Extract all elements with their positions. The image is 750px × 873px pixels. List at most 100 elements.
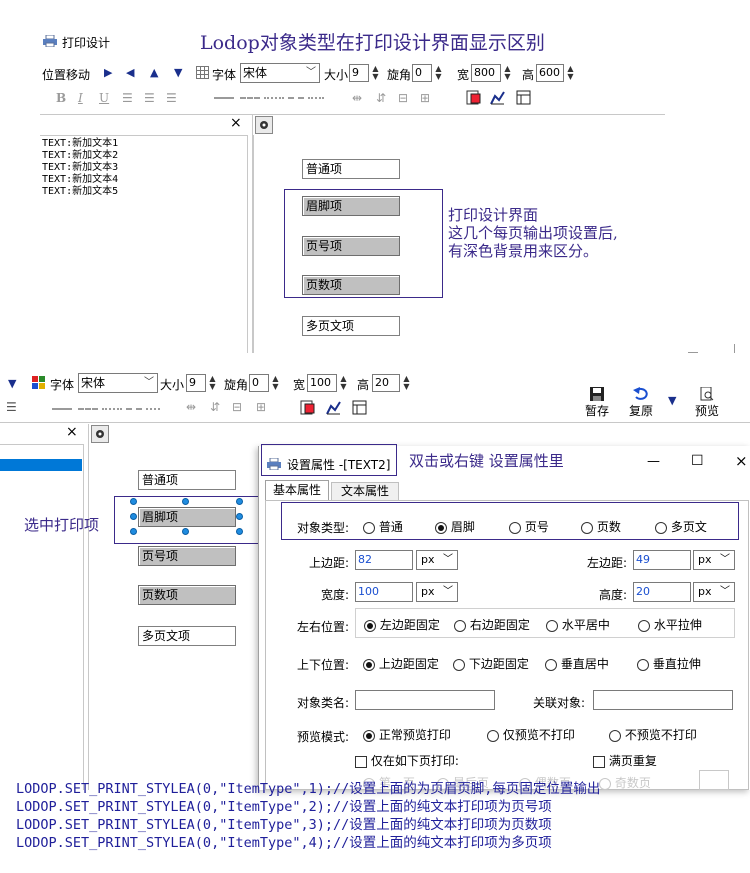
- same-width-icon[interactable]: ⊟: [398, 91, 408, 105]
- rotate-spinner[interactable]: ▲ ▼: [434, 65, 443, 83]
- object-name-input[interactable]: [355, 690, 495, 710]
- maximize-button[interactable]: ☐: [691, 453, 704, 469]
- line-dashdot-icon[interactable]: [288, 97, 304, 99]
- add-chart-icon[interactable]: [490, 90, 505, 105]
- list-item[interactable]: TEXT:新加文本3: [42, 162, 118, 174]
- radio-tb-top-fixed[interactable]: 上边距固定: [363, 655, 439, 672]
- full-page-repeat-checkbox[interactable]: 满页重复: [593, 752, 657, 769]
- linked-object-input[interactable]: [593, 690, 733, 710]
- canvas-item-multi-page[interactable]: 多页文项: [138, 626, 236, 646]
- rotate-input[interactable]: 0: [412, 64, 432, 82]
- align-left-icon[interactable]: ☰: [122, 91, 133, 105]
- width-input[interactable]: 100: [355, 582, 413, 602]
- align-left-icon[interactable]: ☰: [6, 400, 17, 414]
- item-list-close-icon[interactable]: ×: [66, 424, 78, 440]
- line-dot-icon[interactable]: [102, 408, 122, 410]
- line-dotdot-icon[interactable]: [308, 97, 324, 99]
- width-input[interactable]: 800: [471, 64, 501, 82]
- rotate-input[interactable]: 0: [249, 374, 269, 392]
- radio-lr-center[interactable]: 水平居中: [546, 616, 610, 633]
- left-margin-input[interactable]: 49: [633, 550, 691, 570]
- move-right-arrow-icon[interactable]: ▶: [104, 66, 112, 79]
- preview-button[interactable]: 预览: [692, 386, 722, 418]
- rotate-spinner[interactable]: ▲ ▼: [271, 375, 280, 393]
- underline-icon[interactable]: U: [99, 91, 109, 105]
- same-height-icon[interactable]: ⊞: [420, 91, 430, 105]
- line-dash-icon[interactable]: [240, 97, 260, 99]
- size-input[interactable]: 9: [186, 374, 206, 392]
- left-margin-unit-select[interactable]: px ﹀: [693, 550, 735, 570]
- align-center-icon[interactable]: ☰: [144, 91, 155, 105]
- radio-no-preview-no-print[interactable]: 不预览不打印: [609, 726, 697, 743]
- align-h-icon[interactable]: ⇹: [186, 400, 196, 414]
- top-margin-input[interactable]: 82: [355, 550, 413, 570]
- size-spinner[interactable]: ▲ ▼: [371, 65, 380, 83]
- width-input[interactable]: 100: [307, 374, 337, 392]
- italic-icon[interactable]: I: [78, 91, 83, 105]
- height-unit-select[interactable]: px ﹀: [693, 582, 735, 602]
- align-v-icon[interactable]: ⇵: [376, 91, 386, 105]
- list-item[interactable]: TEXT:新加文本1: [42, 138, 118, 150]
- font-select[interactable]: 宋体 ﹀: [78, 373, 158, 393]
- only-pages-checkbox[interactable]: 仅在如下页打印:: [355, 752, 459, 769]
- line-dotdot-icon[interactable]: [146, 408, 160, 410]
- line-dot-icon[interactable]: [264, 97, 284, 99]
- width-spinner[interactable]: ▲ ▼: [503, 65, 512, 83]
- radio-lr-right-fixed[interactable]: 右边距固定: [454, 616, 530, 633]
- canvas-item-plain[interactable]: 普通项: [138, 470, 236, 490]
- canvas-tab-icon[interactable]: [255, 116, 273, 134]
- top-margin-unit-select[interactable]: px ﹀: [416, 550, 458, 570]
- radio-tb-center[interactable]: 垂直居中: [545, 655, 609, 672]
- size-input[interactable]: 9: [349, 64, 369, 82]
- width-spinner[interactable]: ▲ ▼: [339, 375, 348, 393]
- align-right-icon[interactable]: ☰: [166, 91, 177, 105]
- canvas-item-page-number[interactable]: 页号项: [138, 546, 236, 566]
- save-button[interactable]: 暂存: [582, 387, 612, 418]
- list-item[interactable]: TEXT:新加文本2: [42, 150, 118, 162]
- height-input[interactable]: 600: [536, 64, 564, 82]
- tab-basic[interactable]: 基本属性: [265, 480, 329, 500]
- canvas-item-multi-page[interactable]: 多页文项: [302, 316, 400, 336]
- radio-preview-only[interactable]: 仅预览不打印: [487, 726, 575, 743]
- move-up-arrow-icon[interactable]: ▲: [150, 66, 158, 79]
- align-v-icon[interactable]: ⇵: [210, 400, 220, 414]
- restore-button[interactable]: 复原: [626, 387, 656, 418]
- size-spinner[interactable]: ▲ ▼: [208, 375, 217, 393]
- width-unit-select[interactable]: px ﹀: [416, 582, 458, 602]
- same-width-icon[interactable]: ⊟: [232, 400, 242, 414]
- add-table-icon[interactable]: [352, 400, 367, 415]
- minimize-button[interactable]: —: [647, 454, 660, 469]
- add-text-icon[interactable]: [300, 400, 315, 415]
- radio-tb-stretch[interactable]: 垂直拉伸: [637, 655, 701, 672]
- bold-icon[interactable]: B: [56, 91, 66, 105]
- move-down-arrow-icon[interactable]: ▼: [8, 377, 16, 390]
- height-spinner[interactable]: ▲ ▼: [566, 65, 575, 83]
- tab-text[interactable]: 文本属性: [331, 482, 399, 500]
- line-dashdot-icon[interactable]: [126, 408, 142, 410]
- canvas-item-page-count[interactable]: 页数项: [138, 585, 236, 605]
- restore-dropdown-icon[interactable]: ▼: [668, 394, 676, 407]
- add-table-icon[interactable]: [516, 90, 531, 105]
- list-item[interactable]: TEXT:新加文本4: [42, 174, 118, 186]
- line-dash-icon[interactable]: [78, 408, 98, 410]
- height-input[interactable]: 20: [372, 374, 400, 392]
- selected-list-item[interactable]: [0, 459, 82, 471]
- line-solid-icon[interactable]: [52, 408, 72, 410]
- height-input[interactable]: 20: [633, 582, 691, 602]
- move-left-arrow-icon[interactable]: ◀: [126, 66, 134, 79]
- radio-lr-left-fixed[interactable]: 左边距固定: [364, 616, 440, 633]
- align-h-icon[interactable]: ⇹: [352, 91, 362, 105]
- list-item[interactable]: TEXT:新加文本5: [42, 186, 118, 198]
- same-height-icon[interactable]: ⊞: [256, 400, 266, 414]
- height-spinner[interactable]: ▲ ▼: [402, 375, 411, 393]
- dialog-close-button[interactable]: ×: [735, 452, 748, 470]
- radio-lr-stretch[interactable]: 水平拉伸: [638, 616, 702, 633]
- item-list-close-icon[interactable]: ×: [230, 115, 242, 131]
- radio-preview-normal[interactable]: 正常预览打印: [363, 726, 451, 743]
- radio-tb-bottom-fixed[interactable]: 下边距固定: [453, 655, 529, 672]
- font-select[interactable]: 宋体 ﹀: [240, 63, 320, 83]
- add-chart-icon[interactable]: [326, 400, 341, 415]
- canvas-item-plain[interactable]: 普通项: [302, 159, 400, 179]
- canvas-tab-icon[interactable]: [91, 425, 109, 443]
- line-solid-icon[interactable]: [214, 97, 234, 99]
